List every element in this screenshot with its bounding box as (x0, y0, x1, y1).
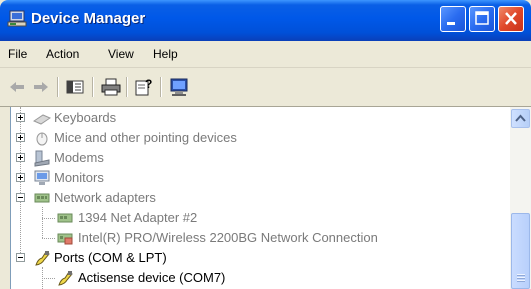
tree-item-1394-net-adapter[interactable]: 1394 Net Adapter #2 (11, 208, 511, 228)
title-bar[interactable]: Device Manager (0, 0, 531, 41)
toolbar: ? (0, 68, 531, 107)
thumb-grip (517, 277, 525, 279)
expand-mice-toggle[interactable] (16, 133, 25, 142)
tree-item-modems[interactable]: Modems (11, 148, 511, 168)
network-adapter-icon (34, 193, 50, 203)
print-icon[interactable] (100, 76, 122, 98)
menu-bar: File Action View Help (0, 41, 531, 68)
device-manager-icon (7, 10, 27, 27)
tree-item-ports[interactable]: Ports (COM & LPT) (11, 248, 511, 268)
window-title: Device Manager (31, 10, 146, 27)
minimize-icon (447, 22, 455, 25)
menu-view[interactable]: View (108, 47, 134, 61)
minimize-button[interactable] (440, 6, 466, 32)
tree-item-label: Keyboards (54, 110, 117, 125)
device-manager-window: Device Manager File Action View Help ? K… (0, 0, 531, 289)
toolbar-separator (126, 77, 128, 97)
toolbar-separator (92, 77, 94, 97)
close-icon (505, 12, 517, 25)
tree-item-label: Monitors (54, 170, 104, 185)
menu-file[interactable]: File (8, 47, 27, 61)
close-button[interactable] (498, 6, 524, 32)
tree-item-network-adapters[interactable]: Network adapters (11, 188, 511, 208)
maximize-button[interactable] (469, 6, 495, 32)
expand-monitors-toggle[interactable] (16, 173, 25, 182)
tree-item-label: Ports (COM & LPT) (54, 250, 167, 265)
mouse-icon (36, 132, 48, 146)
keyboard-icon (33, 114, 51, 125)
vertical-scrollbar[interactable] (510, 107, 531, 289)
back-arrow-icon[interactable] (6, 76, 28, 98)
tree-item-intel-wireless[interactable]: Intel(R) PRO/Wireless 2200BG Network Con… (11, 228, 511, 248)
tree-item-actisense[interactable]: Actisense device (COM7) (11, 268, 511, 288)
tree-item-keyboards[interactable]: Keyboards (11, 108, 511, 128)
thumb-grip (517, 280, 525, 282)
tree-item-label: Mice and other pointing devices (54, 130, 237, 145)
tree-item-label: Modems (54, 150, 104, 165)
toolbar-separator (160, 77, 162, 97)
collapse-network-adapters-toggle[interactable] (16, 193, 25, 202)
tree-item-label: Actisense device (COM7) (78, 270, 226, 285)
forward-arrow-icon[interactable] (30, 76, 52, 98)
toolbar-separator (57, 77, 59, 97)
device-tree[interactable]: Keyboards Mice and other pointing device… (10, 107, 511, 289)
port-connector-icon (58, 271, 73, 286)
monitor-icon (34, 170, 50, 185)
svg-text:?: ? (145, 77, 152, 91)
expand-modems-toggle[interactable] (16, 153, 25, 162)
scroll-up-button[interactable] (511, 109, 530, 128)
scrollbar-thumb[interactable] (511, 213, 530, 289)
tree-item-mice[interactable]: Mice and other pointing devices (11, 128, 511, 148)
maximize-icon (475, 11, 489, 25)
properties-help-icon[interactable]: ? (133, 76, 155, 98)
menu-action[interactable]: Action (46, 47, 79, 61)
port-connector-icon (35, 251, 50, 266)
network-adapter-icon (57, 213, 73, 223)
scan-hardware-icon[interactable] (168, 76, 190, 98)
show-hide-tree-icon[interactable] (64, 76, 86, 98)
expand-keyboards-toggle[interactable] (16, 113, 25, 122)
network-adapter-icon (57, 233, 73, 245)
tree-item-label: 1394 Net Adapter #2 (78, 210, 198, 225)
tree-item-label: Intel(R) PRO/Wireless 2200BG Network Con… (78, 230, 378, 245)
tree-item-label: Network adapters (54, 190, 156, 205)
thumb-grip (517, 274, 525, 276)
modem-icon (34, 150, 50, 167)
collapse-ports-toggle[interactable] (16, 253, 25, 262)
menu-help[interactable]: Help (153, 47, 178, 61)
chevron-up-icon (515, 114, 526, 122)
tree-item-monitors[interactable]: Monitors (11, 168, 511, 188)
